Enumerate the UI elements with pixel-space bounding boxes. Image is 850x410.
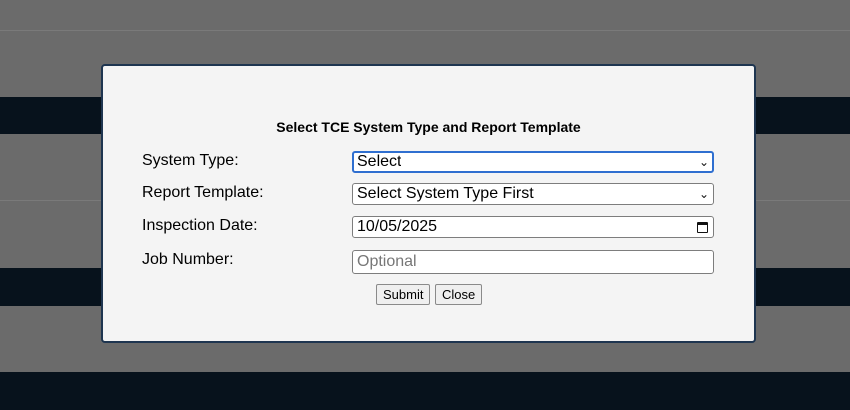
inspection-date-value: 10/05/2025 bbox=[357, 218, 438, 235]
submit-button[interactable]: Submit bbox=[376, 284, 431, 305]
background-footer-band bbox=[0, 372, 850, 410]
inspection-date-input[interactable]: 10/05/2025 bbox=[352, 216, 714, 238]
job-number-label: Job Number: bbox=[142, 251, 234, 268]
chevron-down-icon: ⌄ bbox=[698, 187, 709, 201]
report-template-select[interactable]: Select System Type First ⌄ bbox=[352, 183, 714, 205]
report-template-label: Report Template: bbox=[142, 184, 264, 201]
close-button[interactable]: Close bbox=[435, 284, 483, 305]
system-type-select[interactable]: Select ⌄ bbox=[352, 151, 714, 173]
calendar-icon[interactable] bbox=[697, 221, 708, 233]
system-type-value: Select bbox=[357, 153, 402, 170]
select-template-dialog: Select TCE System Type and Report Templa… bbox=[101, 64, 756, 343]
job-number-input[interactable]: Optional bbox=[352, 250, 714, 274]
system-type-label: System Type: bbox=[142, 152, 239, 169]
chevron-down-icon: ⌄ bbox=[698, 155, 709, 169]
inspection-date-label: Inspection Date: bbox=[142, 217, 258, 234]
report-template-value: Select System Type First bbox=[357, 185, 534, 202]
background-divider bbox=[0, 30, 850, 31]
job-number-placeholder: Optional bbox=[357, 253, 417, 270]
dialog-title: Select TCE System Type and Report Templa… bbox=[276, 119, 581, 135]
